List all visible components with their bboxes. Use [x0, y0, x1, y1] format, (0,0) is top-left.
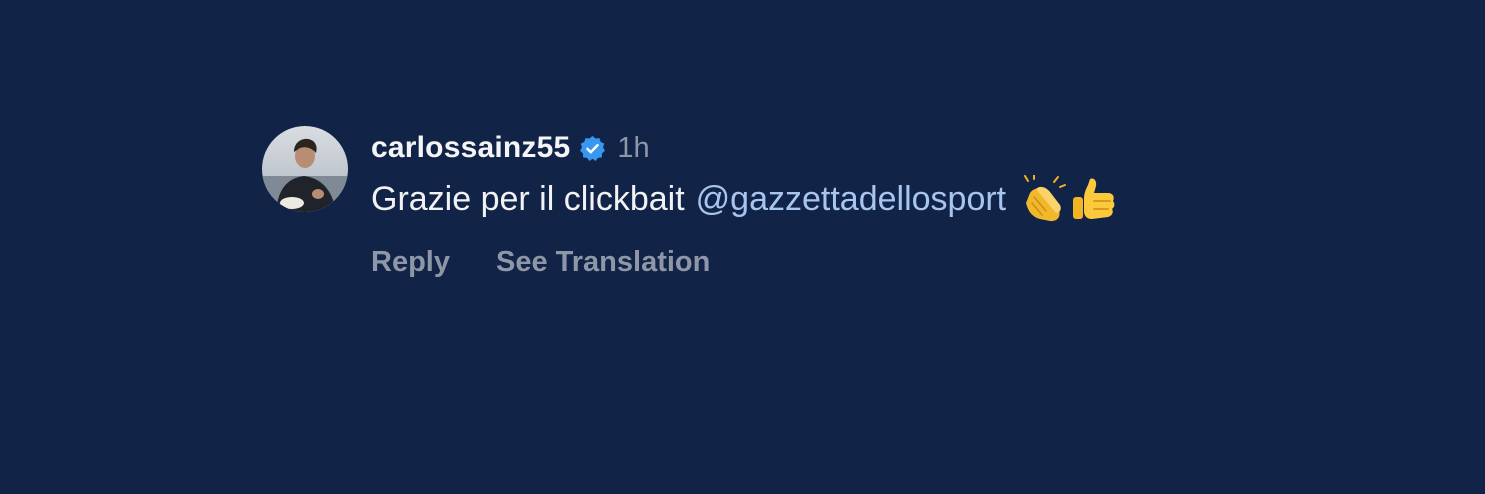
username-link[interactable]: carlossainz55 — [371, 131, 570, 165]
reply-button[interactable]: Reply — [371, 246, 450, 279]
comment-timestamp: 1h — [617, 131, 650, 164]
comment: carlossainz55 1h Grazie per il clickbait… — [262, 126, 1362, 296]
mention-link[interactable]: @gazzettadellosport — [696, 180, 1006, 219]
thumbs-up-emoji — [1073, 178, 1115, 219]
comment-body: Grazie per il clickbait @gazzettadellosp… — [371, 175, 1118, 223]
see-translation-button[interactable]: See Translation — [496, 246, 710, 279]
comment-header: carlossainz55 1h — [371, 128, 650, 168]
comment-text: Grazie per il clickbait — [371, 179, 685, 218]
avatar[interactable] — [262, 126, 348, 212]
verified-badge-icon — [579, 135, 606, 162]
comment-emojis — [1020, 175, 1118, 223]
comment-actions: Reply See Translation — [371, 242, 710, 282]
avatar-image — [262, 126, 348, 212]
clapping-hands-emoji — [1024, 175, 1067, 222]
